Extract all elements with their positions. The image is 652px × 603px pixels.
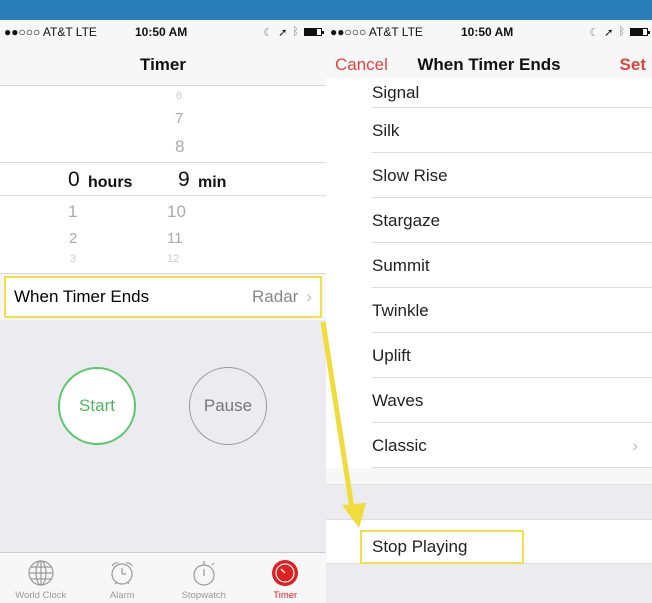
status-bar: ●●○○○ AT&T LTE 10:50 AM ☾ ➚ ᛒ xyxy=(0,20,326,44)
carrier: ●●○○○ AT&T LTE xyxy=(4,25,97,39)
stop-playing-row[interactable]: Stop Playing xyxy=(326,519,652,564)
sound-label: Summit xyxy=(372,255,430,275)
minute-option[interactable]: 6 xyxy=(176,90,182,102)
moon-icon: ☾ xyxy=(589,26,600,39)
tab-stopwatch[interactable]: Stopwatch xyxy=(163,553,245,603)
top-banner xyxy=(0,0,652,20)
controls-area: Start Pause xyxy=(0,320,326,553)
stop-playing-label: Stop Playing xyxy=(372,537,468,556)
page-title: When Timer Ends xyxy=(417,54,561,74)
selected-minutes[interactable]: 9 xyxy=(178,168,190,192)
globe-icon xyxy=(28,560,54,586)
alarm-clock-icon xyxy=(111,562,133,585)
tab-bar: World Clock Alarm Stopwatch Timer xyxy=(0,552,326,603)
minute-option[interactable]: 7 xyxy=(175,110,183,127)
tab-world-clock[interactable]: World Clock xyxy=(0,553,82,603)
sound-label: Classic xyxy=(372,435,427,455)
status-icons: ☾ ➚ ᛒ xyxy=(589,26,650,39)
when-timer-ends-label: When Timer Ends xyxy=(14,287,150,306)
minute-option[interactable]: 8 xyxy=(175,137,184,157)
sound-item[interactable]: Summit xyxy=(326,243,652,288)
hours-unit: hours xyxy=(88,174,133,191)
sound-label: Signal xyxy=(372,83,420,102)
clock-time: 10:50 AM xyxy=(461,25,514,39)
cancel-button[interactable]: Cancel xyxy=(335,55,388,75)
clock-time: 10:50 AM xyxy=(135,25,188,39)
duration-picker[interactable]: 6 7 8 0 hours 9 min 1 10 2 11 3 12 xyxy=(0,86,326,274)
sound-item[interactable]: Slow Rise xyxy=(326,153,652,198)
tab-alarm[interactable]: Alarm xyxy=(82,553,164,603)
chevron-right-icon: › xyxy=(632,435,638,455)
sound-item[interactable]: Uplift xyxy=(326,333,652,378)
carrier: ●●○○○ AT&T LTE xyxy=(330,25,423,39)
sound-item[interactable]: Stargaze xyxy=(326,198,652,243)
minute-option[interactable]: 10 xyxy=(167,202,186,222)
sound-list: Signal Silk Slow Rise Stargaze Summit Tw… xyxy=(326,78,652,468)
section-gap xyxy=(326,484,652,519)
timer-icon xyxy=(272,560,299,586)
sound-label: Slow Rise xyxy=(372,165,448,185)
when-timer-ends-row[interactable]: When Timer Ends Radar › xyxy=(4,276,322,318)
hour-option[interactable]: 3 xyxy=(70,253,76,265)
minutes-unit: min xyxy=(198,174,227,191)
sound-item[interactable]: Waves xyxy=(326,378,652,423)
tab-label: Stopwatch xyxy=(181,590,226,601)
status-icons: ☾ ➚ ᛒ xyxy=(263,26,324,39)
sound-label: Twinkle xyxy=(372,300,429,320)
sound-label: Silk xyxy=(372,120,400,140)
battery-icon xyxy=(304,28,324,36)
sound-item-classic[interactable]: Classic › xyxy=(326,423,652,468)
sound-label: Uplift xyxy=(372,345,411,365)
selected-sound-value: Radar xyxy=(252,287,299,306)
nav-bar: Timer xyxy=(0,44,326,86)
sound-label: Waves xyxy=(372,390,424,410)
start-button[interactable]: Start xyxy=(58,367,136,445)
stopwatch-icon xyxy=(193,561,215,586)
bluetooth-icon: ᛒ xyxy=(292,26,299,38)
location-icon: ➚ xyxy=(604,26,614,39)
page-title: Timer xyxy=(140,54,186,74)
location-icon: ➚ xyxy=(278,26,288,39)
hour-option[interactable]: 1 xyxy=(68,202,77,222)
stop-playing-highlight[interactable]: Stop Playing xyxy=(360,530,524,564)
battery-icon xyxy=(630,28,650,36)
bottom-area xyxy=(326,564,652,603)
sound-label: Stargaze xyxy=(372,210,441,230)
minute-option[interactable]: 11 xyxy=(167,230,183,247)
tab-label: World Clock xyxy=(15,590,67,601)
sound-item[interactable]: Twinkle xyxy=(326,288,652,333)
bluetooth-icon: ᛒ xyxy=(618,26,625,38)
picker-selection-band xyxy=(0,162,326,196)
tab-timer[interactable]: Timer xyxy=(245,553,327,603)
set-button[interactable]: Set xyxy=(620,55,646,75)
timer-screen: ●●○○○ AT&T LTE 10:50 AM ☾ ➚ ᛒ Timer 6 7 … xyxy=(0,20,326,603)
tab-label: Alarm xyxy=(109,590,135,601)
status-bar: ●●○○○ AT&T LTE 10:50 AM ☾ ➚ ᛒ xyxy=(326,20,652,44)
minute-option[interactable]: 12 xyxy=(167,253,179,265)
selected-hours[interactable]: 0 xyxy=(68,168,80,192)
pause-button[interactable]: Pause xyxy=(189,367,267,445)
moon-icon: ☾ xyxy=(263,26,274,39)
hour-option[interactable]: 2 xyxy=(69,230,77,247)
sound-item[interactable]: Silk xyxy=(326,108,652,153)
chevron-right-icon: › xyxy=(306,287,312,306)
when-timer-ends-screen: ●●○○○ AT&T LTE 10:50 AM ☾ ➚ ᛒ Cancel Whe… xyxy=(326,20,652,603)
sound-item[interactable]: Signal xyxy=(326,78,652,108)
tab-label: Timer xyxy=(273,590,298,601)
